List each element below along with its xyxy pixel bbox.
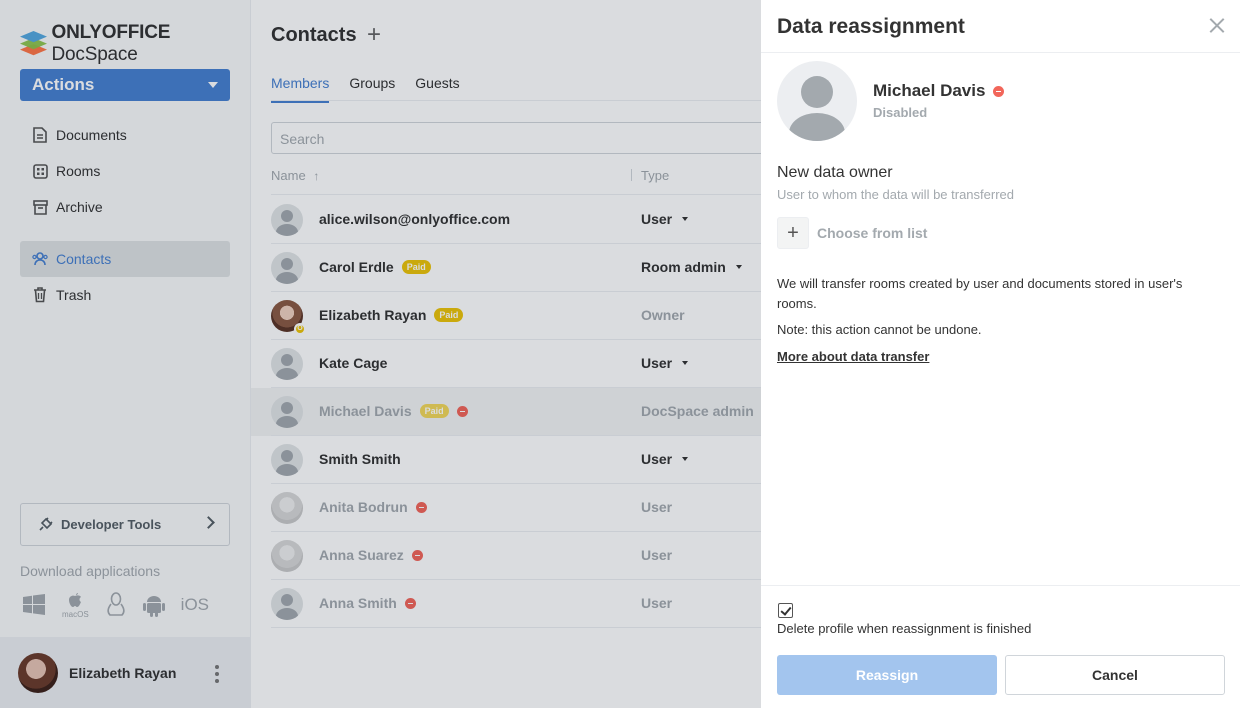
panel-header: Data reassignment bbox=[761, 0, 1240, 53]
disabled-icon bbox=[993, 85, 1005, 97]
panel-title: Data reassignment bbox=[777, 15, 965, 38]
panel-footer: Delete profile when reassignment is fini… bbox=[761, 585, 1240, 708]
add-owner-button[interactable]: + bbox=[777, 217, 809, 249]
modal-backdrop[interactable] bbox=[0, 0, 761, 708]
new-owner-description: User to whom the data will be transferre… bbox=[777, 187, 1014, 202]
undo-note: Note: this action cannot be undone. bbox=[777, 322, 982, 337]
close-icon[interactable] bbox=[1209, 18, 1224, 33]
user-name: Michael Davis bbox=[873, 81, 1005, 101]
data-reassignment-panel: Data reassignment Michael Davis Disabled… bbox=[761, 0, 1240, 708]
more-about-data-transfer-link[interactable]: More about data transfer bbox=[777, 349, 929, 364]
user-status: Disabled bbox=[873, 105, 928, 120]
cancel-button[interactable]: Cancel bbox=[1005, 655, 1225, 695]
transfer-info: We will transfer rooms created by user a… bbox=[777, 276, 1183, 311]
new-owner-title: New data owner bbox=[777, 164, 893, 181]
reassign-button[interactable]: Reassign bbox=[777, 655, 997, 695]
choose-from-list-link[interactable]: Choose from list bbox=[817, 225, 927, 241]
delete-profile-checkbox[interactable] bbox=[778, 603, 793, 618]
avatar bbox=[777, 61, 857, 141]
delete-profile-label[interactable]: Delete profile when reassignment is fini… bbox=[777, 621, 1031, 636]
